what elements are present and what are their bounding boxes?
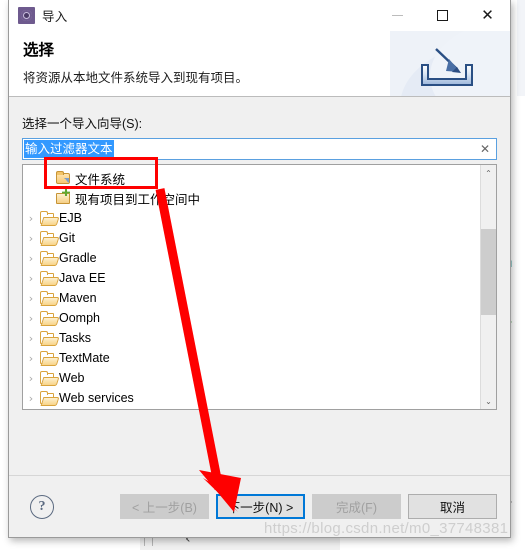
tree-item-oomph[interactable]: › Oomph bbox=[23, 308, 480, 328]
folder-open-icon bbox=[39, 370, 59, 386]
cancel-button[interactable]: 取消 bbox=[408, 494, 497, 519]
tree-item-label: 文件系统 bbox=[75, 172, 126, 187]
tree-item-java-ee[interactable]: › Java EE bbox=[23, 268, 480, 288]
folder-open-icon bbox=[39, 330, 59, 346]
scroll-up-icon[interactable]: ⌃ bbox=[481, 165, 496, 181]
tree-item-web-services[interactable]: › Web services bbox=[23, 388, 480, 408]
filter-input[interactable]: 输入过滤器文本 ✕ bbox=[22, 138, 497, 160]
import-banner-icon bbox=[421, 48, 473, 86]
folder-open-icon bbox=[39, 390, 59, 406]
watermark: https://blog.csdn.net/m0_37748381 bbox=[264, 520, 509, 537]
header-graphic bbox=[390, 31, 510, 96]
chevron-right-icon[interactable]: › bbox=[23, 252, 39, 265]
chevron-right-icon[interactable]: › bbox=[23, 312, 39, 325]
scrollbar-track[interactable] bbox=[481, 181, 496, 393]
finish-button[interactable]: 完成(F) bbox=[312, 494, 401, 519]
folder-open-icon bbox=[39, 350, 59, 366]
tree-item-file-system[interactable]: › 文件系统 bbox=[23, 168, 480, 188]
close-icon[interactable]: ✕ bbox=[465, 0, 510, 31]
folder-open-icon bbox=[39, 210, 59, 226]
tree-item-label: Git bbox=[59, 231, 75, 245]
wizard-body: 选择一个导入向导(S): 输入过滤器文本 ✕ › 文件系统 › 现有项目到工作空… bbox=[9, 97, 510, 475]
tree-item-label: Web bbox=[59, 371, 85, 385]
scroll-down-icon[interactable]: ⌄ bbox=[481, 393, 496, 409]
eclipse-icon bbox=[18, 7, 35, 24]
title-bar: 导入 ✕ bbox=[9, 0, 510, 31]
import-project-icon bbox=[55, 190, 75, 206]
dialog-buttons: < 上一步(B) 下一步(N) > 完成(F) 取消 bbox=[120, 494, 497, 519]
tree-item-gradle[interactable]: › Gradle bbox=[23, 248, 480, 268]
import-wizard-dialog: 导入 ✕ 选择 将资源从本地文件系统导入到现有项目。 选择一个导入向导(S): … bbox=[8, 0, 511, 538]
wizard-select-label: 选择一个导入向导(S): bbox=[22, 117, 143, 131]
ide-toolbar-edge bbox=[517, 0, 525, 96]
tree-scrollbar[interactable]: ⌃ ⌄ bbox=[480, 165, 496, 409]
folder-open-icon bbox=[39, 250, 59, 266]
chevron-right-icon[interactable]: › bbox=[23, 372, 39, 385]
wizard-tree[interactable]: › 文件系统 › 现有项目到工作空间中 › EJB › G bbox=[22, 164, 497, 410]
tree-item-ejb[interactable]: › EJB bbox=[23, 208, 480, 228]
tree-item-web[interactable]: › Web bbox=[23, 368, 480, 388]
wizard-tree-list: › 文件系统 › 现有项目到工作空间中 › EJB › G bbox=[23, 165, 480, 409]
chevron-right-icon[interactable]: › bbox=[23, 352, 39, 365]
back-button[interactable]: < 上一步(B) bbox=[120, 494, 209, 519]
twisty-icon: › bbox=[39, 172, 55, 185]
folder-open-icon bbox=[39, 290, 59, 306]
maximize-button[interactable] bbox=[420, 0, 465, 31]
tree-item-label: TextMate bbox=[59, 351, 110, 365]
tree-item-label: Tasks bbox=[59, 331, 91, 345]
folder-open-icon bbox=[39, 270, 59, 286]
minimize-button[interactable] bbox=[375, 0, 420, 31]
chevron-right-icon[interactable]: › bbox=[23, 332, 39, 345]
tree-item-label: EJB bbox=[59, 211, 82, 225]
chevron-right-icon[interactable]: › bbox=[23, 292, 39, 305]
help-icon[interactable]: ? bbox=[30, 494, 54, 519]
chevron-right-icon[interactable]: › bbox=[23, 392, 39, 405]
window-controls: ✕ bbox=[375, 0, 510, 31]
folder-open-icon bbox=[39, 230, 59, 246]
tree-item-tasks[interactable]: › Tasks bbox=[23, 328, 480, 348]
scrollbar-thumb[interactable] bbox=[481, 229, 496, 315]
folder-open-icon bbox=[39, 310, 59, 326]
tree-item-label: 现有项目到工作空间中 bbox=[75, 192, 201, 207]
tree-item-label: Java EE bbox=[59, 271, 106, 285]
tree-item-textmate[interactable]: › TextMate bbox=[23, 348, 480, 368]
chevron-right-icon[interactable]: › bbox=[23, 272, 39, 285]
twisty-icon: › bbox=[39, 192, 55, 205]
tree-item-xml[interactable]: › XML bbox=[23, 408, 480, 409]
tree-item-git[interactable]: › Git bbox=[23, 228, 480, 248]
tree-item-label: Oomph bbox=[59, 311, 100, 325]
filter-input-value: 输入过滤器文本 bbox=[24, 140, 114, 158]
tree-item-label: Gradle bbox=[59, 251, 97, 265]
clear-icon[interactable]: ✕ bbox=[480, 142, 490, 156]
wizard-header: 选择 将资源从本地文件系统导入到现有项目。 bbox=[9, 31, 510, 97]
folder-icon bbox=[55, 170, 75, 186]
tree-item-label: Maven bbox=[59, 291, 97, 305]
chevron-right-icon[interactable]: › bbox=[23, 212, 39, 225]
tree-item-label: Web services bbox=[59, 391, 134, 405]
window-title: 导入 bbox=[42, 10, 68, 24]
tree-item-maven[interactable]: › Maven bbox=[23, 288, 480, 308]
tree-item-existing-projects[interactable]: › 现有项目到工作空间中 bbox=[23, 188, 480, 208]
chevron-right-icon[interactable]: › bbox=[23, 232, 39, 245]
next-button[interactable]: 下一步(N) > bbox=[216, 494, 305, 519]
